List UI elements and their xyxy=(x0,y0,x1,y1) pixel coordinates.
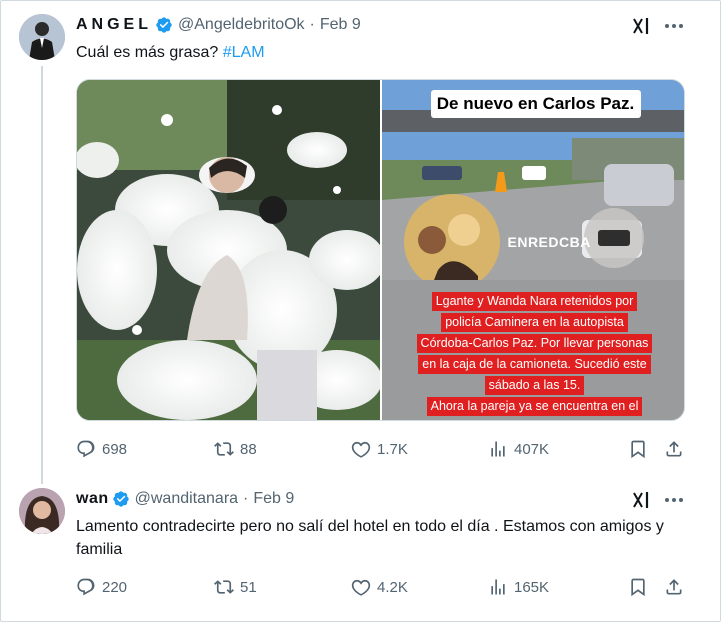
foam-party-photo xyxy=(77,80,380,420)
grok-icon[interactable] xyxy=(632,16,654,36)
bookmark-button[interactable] xyxy=(628,577,654,597)
bookmark-icon xyxy=(631,440,645,459)
views-icon xyxy=(491,579,505,595)
bookmark-button[interactable] xyxy=(628,439,654,459)
avatar-wan[interactable] xyxy=(19,488,65,534)
share-icon xyxy=(666,441,682,457)
tweet-header: wan @wanditanara · Feb 9 xyxy=(76,490,294,508)
tweet-media[interactable]: De nuevo en Carlos Paz. ENREDCBA Lgante … xyxy=(76,79,685,421)
share-button[interactable] xyxy=(664,439,690,459)
news-caption-line: sábado a las 15. xyxy=(484,376,585,395)
repost-button[interactable]: 88 xyxy=(214,439,257,459)
tweet-wan[interactable]: wan @wanditanara · Feb 9 Lamento contrad… xyxy=(0,478,721,622)
reply-button[interactable]: 698 xyxy=(76,439,127,459)
tweet-actions: 220 51 4.2K 165K xyxy=(76,576,686,598)
repost-count: 51 xyxy=(240,578,257,596)
reply-count: 698 xyxy=(102,440,128,458)
views-count: 407K xyxy=(514,440,550,458)
news-caption: Lgante y Wanda Nara retenidos por policí… xyxy=(404,292,666,418)
repost-icon xyxy=(214,580,234,594)
separator-dot: · xyxy=(243,490,249,507)
news-caption-line: Ahora la pareja ya se encuentra en el xyxy=(426,397,643,416)
tweet-header: ANGEL @AngeldebritoOk · Feb 9 xyxy=(76,16,361,34)
news-caption-line: policía Caminera en la autopista xyxy=(441,313,628,332)
avatar-angel[interactable] xyxy=(19,14,65,60)
media-image-news[interactable]: De nuevo en Carlos Paz. ENREDCBA Lgante … xyxy=(381,80,684,420)
views-count: 165K xyxy=(514,578,550,596)
display-name[interactable]: ANGEL xyxy=(76,16,152,34)
avatar-angel-image xyxy=(19,14,65,60)
like-button[interactable]: 4.2K xyxy=(351,577,408,597)
news-caption-line: Córdoba-Carlos Paz. Por llevar personas xyxy=(416,334,653,353)
views-button[interactable]: 165K xyxy=(488,577,549,597)
views-icon xyxy=(491,441,505,457)
avatar-wan-image xyxy=(19,488,65,534)
news-headline: De nuevo en Carlos Paz. xyxy=(430,90,641,118)
tweet-actions: 698 88 1.7K 407K xyxy=(76,438,686,460)
grok-icon[interactable] xyxy=(632,490,654,510)
display-name[interactable]: wan xyxy=(76,490,109,508)
hashtag-link[interactable]: #LAM xyxy=(223,44,265,61)
views-button[interactable]: 407K xyxy=(488,439,549,459)
share-button[interactable] xyxy=(664,577,690,597)
media-image-foam-party[interactable] xyxy=(77,80,380,420)
like-button[interactable]: 1.7K xyxy=(351,439,408,459)
news-caption-line: Lgante y Wanda Nara retenidos por xyxy=(431,292,638,311)
news-watermark: ENREDCBA xyxy=(507,234,591,250)
more-icon[interactable] xyxy=(663,490,685,510)
share-icon xyxy=(666,579,682,595)
more-icon[interactable] xyxy=(663,16,685,36)
bookmark-icon xyxy=(631,578,645,597)
news-caption-line: en la caja de la camioneta. Sucedió este xyxy=(418,355,651,374)
separator-dot: · xyxy=(309,16,315,33)
tweet-text: Lamento contradecirte pero no salí del h… xyxy=(76,518,664,558)
thread-line xyxy=(41,66,43,484)
repost-button[interactable]: 51 xyxy=(214,577,257,597)
tweet-text: Cuál es más grasa? #LAM xyxy=(76,42,265,63)
like-count: 1.7K xyxy=(377,440,408,458)
like-icon xyxy=(351,441,371,458)
tweet-date[interactable]: Feb 9 xyxy=(253,490,294,508)
reply-icon xyxy=(77,440,95,458)
tweet-angel[interactable]: ANGEL @AngeldebritoOk · Feb 9 Cuál es má… xyxy=(0,0,721,484)
reply-count: 220 xyxy=(102,578,128,596)
like-count: 4.2K xyxy=(377,578,408,596)
reply-icon xyxy=(77,578,95,596)
handle[interactable]: @AngeldebritoOk xyxy=(178,16,305,34)
tweet-text-plain: Cuál es más grasa? xyxy=(76,44,223,61)
repost-count: 88 xyxy=(240,440,257,458)
reply-button[interactable]: 220 xyxy=(76,577,127,597)
repost-icon xyxy=(214,442,234,456)
verified-badge-icon xyxy=(156,17,172,33)
tweet-date[interactable]: Feb 9 xyxy=(320,16,361,34)
verified-badge-icon xyxy=(112,491,129,507)
like-icon xyxy=(351,579,371,596)
handle[interactable]: @wanditanara xyxy=(135,490,238,508)
